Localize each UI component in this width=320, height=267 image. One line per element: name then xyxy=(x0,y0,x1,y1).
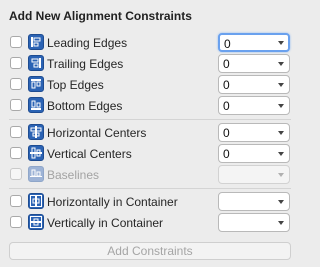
chevron-down-icon[interactable] xyxy=(278,62,284,66)
alignment-constraints-panel: Add New Alignment Constraints Leading Ed… xyxy=(0,0,299,267)
top-edges-icon xyxy=(28,76,44,92)
panel-title: Add New Alignment Constraints xyxy=(9,9,192,23)
horizontal-centers-value[interactable]: 0 xyxy=(223,126,230,140)
add-constraints-button[interactable]: Add Constraints xyxy=(9,242,291,260)
bottom-edges-checkbox[interactable] xyxy=(10,99,22,111)
leading-edges-value[interactable]: 0 xyxy=(224,37,231,51)
leading-edges-icon xyxy=(28,34,44,50)
vertically-in-container-constant-combo[interactable] xyxy=(218,213,290,232)
top-edges-label: Top Edges xyxy=(47,78,104,92)
baselines-checkbox xyxy=(10,168,22,180)
constraint-row-leading-edges: Leading Edges 0 xyxy=(0,32,299,54)
constraint-row-vertically-in-container: Vertically in Container xyxy=(0,212,299,234)
chevron-down-icon[interactable] xyxy=(278,221,284,225)
vertically-in-container-checkbox[interactable] xyxy=(10,216,22,228)
chevron-down-icon[interactable] xyxy=(278,200,284,204)
constraint-row-vertical-centers: Vertical Centers 0 xyxy=(0,143,299,165)
top-edges-value[interactable]: 0 xyxy=(223,78,230,92)
horizontal-centers-checkbox[interactable] xyxy=(10,126,22,138)
constraint-row-bottom-edges: Bottom Edges 0 xyxy=(0,95,299,117)
chevron-down-icon[interactable] xyxy=(278,83,284,87)
chevron-down-icon[interactable] xyxy=(278,104,284,108)
horizontally-in-container-icon xyxy=(28,193,44,209)
horizontally-in-container-checkbox[interactable] xyxy=(10,195,22,207)
vertically-in-container-label: Vertically in Container xyxy=(47,216,164,230)
trailing-edges-label: Trailing Edges xyxy=(47,57,124,71)
horizontally-in-container-label: Horizontally in Container xyxy=(47,195,178,209)
vertical-centers-checkbox[interactable] xyxy=(10,147,22,159)
trailing-edges-value[interactable]: 0 xyxy=(223,57,230,71)
chevron-down-icon xyxy=(278,173,284,177)
chevron-down-icon[interactable] xyxy=(278,152,284,156)
bottom-edges-constant-combo[interactable]: 0 xyxy=(218,96,290,115)
baselines-icon xyxy=(28,166,44,182)
horizontal-centers-label: Horizontal Centers xyxy=(47,126,147,140)
vertical-centers-label: Vertical Centers xyxy=(47,147,132,161)
constraint-row-trailing-edges: Trailing Edges 0 xyxy=(0,53,299,75)
constraint-row-top-edges: Top Edges 0 xyxy=(0,74,299,96)
horizontal-centers-constant-combo[interactable]: 0 xyxy=(218,123,290,142)
baselines-label: Baselines xyxy=(47,168,100,182)
leading-edges-label: Leading Edges xyxy=(47,36,128,50)
vertical-centers-icon xyxy=(28,145,44,161)
section-divider xyxy=(9,119,291,120)
trailing-edges-icon xyxy=(28,55,44,71)
baselines-constant-combo xyxy=(218,165,290,184)
constraint-row-horizontal-centers: Horizontal Centers 0 xyxy=(0,122,299,144)
vertical-centers-value[interactable]: 0 xyxy=(223,147,230,161)
horizontally-in-container-constant-combo[interactable] xyxy=(218,192,290,211)
horizontal-centers-icon xyxy=(28,124,44,140)
bottom-edges-label: Bottom Edges xyxy=(47,99,123,113)
bottom-edges-value[interactable]: 0 xyxy=(223,99,230,113)
bottom-edges-icon xyxy=(28,97,44,113)
leading-edges-constant-combo[interactable]: 0 xyxy=(218,33,290,52)
section-divider xyxy=(9,188,291,189)
constraint-row-horizontally-in-container: Horizontally in Container xyxy=(0,191,299,213)
constraint-row-baselines: Baselines xyxy=(0,164,299,186)
chevron-down-icon[interactable] xyxy=(278,131,284,135)
vertically-in-container-icon xyxy=(28,214,44,230)
top-edges-constant-combo[interactable]: 0 xyxy=(218,75,290,94)
vertical-centers-constant-combo[interactable]: 0 xyxy=(218,144,290,163)
top-edges-checkbox[interactable] xyxy=(10,78,22,90)
trailing-edges-checkbox[interactable] xyxy=(10,57,22,69)
trailing-edges-constant-combo[interactable]: 0 xyxy=(218,54,290,73)
leading-edges-checkbox[interactable] xyxy=(10,36,22,48)
chevron-down-icon[interactable] xyxy=(278,41,284,45)
